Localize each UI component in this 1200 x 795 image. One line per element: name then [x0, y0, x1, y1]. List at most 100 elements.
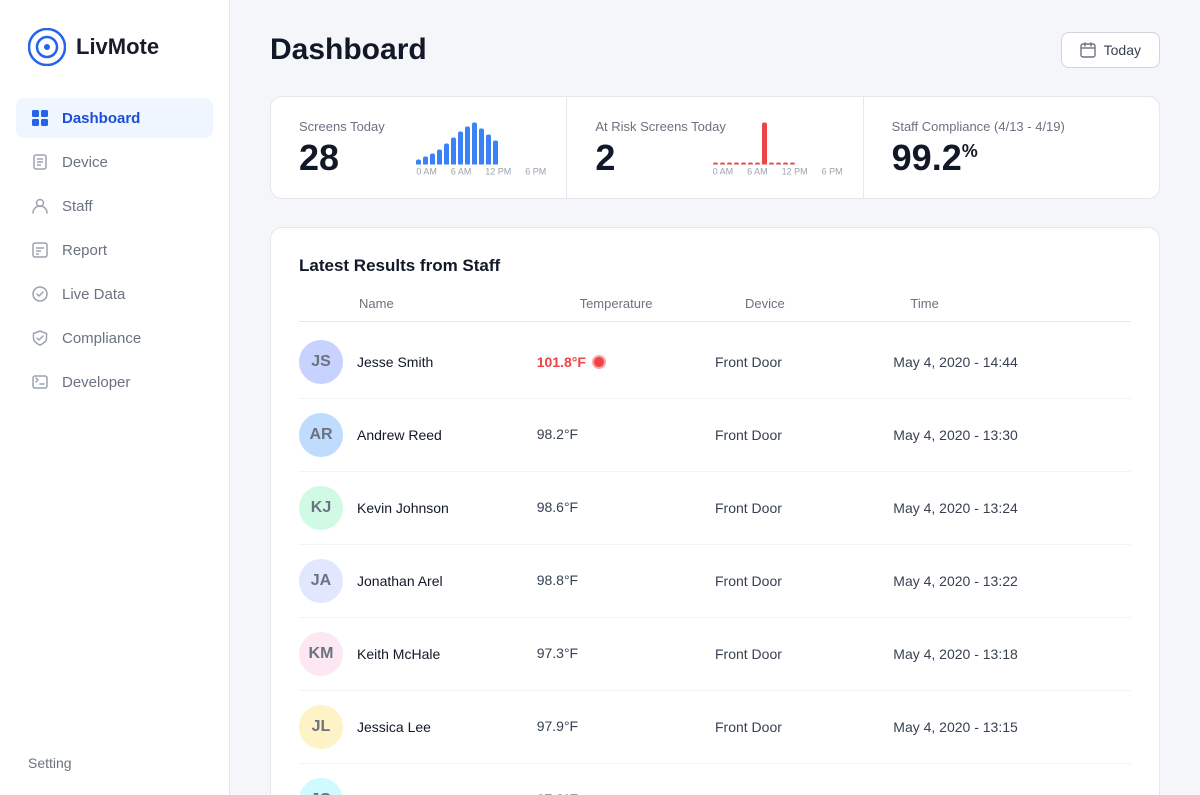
time-cell: May 4, 2020 - 14:44 — [893, 354, 1131, 370]
sidebar-item-compliance[interactable]: Compliance — [16, 318, 213, 358]
device-cell: Front Door — [715, 427, 893, 443]
temperature-normal: 97.9°F — [537, 718, 578, 734]
table-header: NameTemperatureDeviceTime — [299, 296, 1131, 322]
settings-link[interactable]: Setting — [0, 731, 229, 795]
chart-bar — [713, 162, 718, 164]
chart-bar — [437, 149, 442, 164]
table-body: JS Jesse Smith 101.8°F Front Door May 4,… — [299, 326, 1131, 795]
person-name: Keith McHale — [357, 646, 440, 662]
table-row[interactable]: KJ Kevin Johnson 98.6°F Front Door May 4… — [299, 472, 1131, 545]
temperature-normal: 98.8°F — [537, 572, 578, 588]
table-row[interactable]: JO Johnny Orlando 97.8°F Front Door May … — [299, 764, 1131, 795]
sidebar-label-staff: Staff — [62, 198, 93, 215]
page-header: Dashboard Today — [270, 32, 1160, 68]
calendar-icon — [1080, 42, 1096, 58]
sidebar-label-report: Report — [62, 242, 107, 259]
time-cell: May 4, 2020 - 13:30 — [893, 427, 1131, 443]
temperature-cell: 101.8°F — [537, 354, 715, 370]
avatar-initials: JA — [299, 559, 343, 603]
table-row[interactable]: AR Andrew Reed 98.2°F Front Door May 4, … — [299, 399, 1131, 472]
temperature-normal: 98.6°F — [537, 499, 578, 515]
livedata-icon — [30, 284, 50, 304]
chart-bar — [748, 162, 753, 164]
person-name: Kevin Johnson — [357, 500, 449, 516]
compliance-icon — [30, 328, 50, 348]
today-button-label: Today — [1104, 42, 1141, 58]
device-cell: Front Door — [715, 354, 893, 370]
chart-bar — [465, 126, 470, 164]
avatar: JL — [299, 705, 343, 749]
chart-bar — [755, 162, 760, 164]
stat-card-screens-today: Screens Today 28 0 AM6 AM12 PM6 PM — [271, 97, 567, 198]
device-icon — [30, 152, 50, 172]
table-row[interactable]: JA Jonathan Arel 98.8°F Front Door May 4… — [299, 545, 1131, 618]
stat-label: Staff Compliance (4/13 - 4/19) — [892, 119, 1131, 134]
chart-bar — [430, 153, 435, 164]
chart-bar — [458, 131, 463, 164]
device-cell: Front Door — [715, 573, 893, 589]
sidebar-item-dashboard[interactable]: Dashboard — [16, 98, 213, 138]
avatar-initials: KJ — [299, 486, 343, 530]
sidebar-item-report[interactable]: Report — [16, 230, 213, 270]
chart-bar — [486, 134, 491, 164]
chart-bar — [720, 162, 725, 164]
person-name: Andrew Reed — [357, 427, 442, 443]
device-cell: Front Door — [715, 646, 893, 662]
avatar: JA — [299, 559, 343, 603]
chart-bar — [727, 162, 732, 164]
avatar-initials: JS — [299, 340, 343, 384]
temperature-normal: 97.8°F — [537, 791, 578, 795]
chart-bar — [741, 162, 746, 164]
dashboard-icon — [30, 108, 50, 128]
person-cell: JA Jonathan Arel — [299, 559, 537, 603]
temperature-risk: 101.8°F — [537, 354, 715, 370]
chart-bar — [762, 122, 767, 164]
chart-bar — [790, 162, 795, 164]
table-row[interactable]: KM Keith McHale 97.3°F Front Door May 4,… — [299, 618, 1131, 691]
sidebar-item-device[interactable]: Device — [16, 142, 213, 182]
sidebar-label-device: Device — [62, 154, 108, 171]
person-cell: KJ Kevin Johnson — [299, 486, 537, 530]
livmote-logo-icon — [28, 28, 66, 66]
person-name: Jesse Smith — [357, 354, 433, 370]
main-content: Dashboard Today Screens Today 28 0 AM6 A… — [230, 0, 1200, 795]
today-button[interactable]: Today — [1061, 32, 1160, 68]
temperature-cell: 98.2°F — [537, 426, 715, 444]
navigation: Dashboard Device Staff — [0, 98, 229, 731]
staff-icon — [30, 196, 50, 216]
time-cell: May 4, 2020 - 13:24 — [893, 500, 1131, 516]
chart-bar — [479, 128, 484, 164]
risk-indicator — [592, 355, 606, 369]
temperature-cell: 98.8°F — [537, 572, 715, 590]
avatar: AR — [299, 413, 343, 457]
chart-bar — [769, 162, 774, 164]
person-cell: JO Johnny Orlando — [299, 778, 537, 795]
sidebar-item-developer[interactable]: Developer — [16, 362, 213, 402]
time-cell: May 4, 2020 - 13:18 — [893, 646, 1131, 662]
chart-bar — [783, 162, 788, 164]
sidebar-item-live-data[interactable]: Live Data — [16, 274, 213, 314]
temperature-cell: 97.3°F — [537, 645, 715, 663]
device-cell: Front Door — [715, 719, 893, 735]
person-cell: AR Andrew Reed — [299, 413, 537, 457]
chart-bar — [734, 162, 739, 164]
stats-row: Screens Today 28 0 AM6 AM12 PM6 PM At Ri… — [270, 96, 1160, 199]
results-title: Latest Results from Staff — [299, 256, 1131, 276]
chart-bar — [493, 140, 498, 164]
table-row[interactable]: JL Jessica Lee 97.9°F Front Door May 4, … — [299, 691, 1131, 764]
temperature-cell: 97.9°F — [537, 718, 715, 736]
stat-card-staff-compliance: Staff Compliance (4/13 - 4/19) 99.2% — [864, 97, 1159, 198]
sidebar-item-staff[interactable]: Staff — [16, 186, 213, 226]
chart-bar — [776, 162, 781, 164]
logo: LivMote — [0, 0, 229, 98]
app-name: LivMote — [76, 34, 159, 60]
person-name: Jonathan Arel — [357, 573, 443, 589]
temperature-cell: 97.8°F — [537, 791, 715, 795]
time-cell: May 4, 2020 - 13:15 — [893, 719, 1131, 735]
table-column-header: Name — [359, 296, 580, 311]
table-row[interactable]: JS Jesse Smith 101.8°F Front Door May 4,… — [299, 326, 1131, 399]
device-cell: Front Door — [715, 500, 893, 516]
sidebar-label-livedata: Live Data — [62, 286, 125, 303]
avatar-initials: JO — [299, 778, 343, 795]
developer-icon — [30, 372, 50, 392]
